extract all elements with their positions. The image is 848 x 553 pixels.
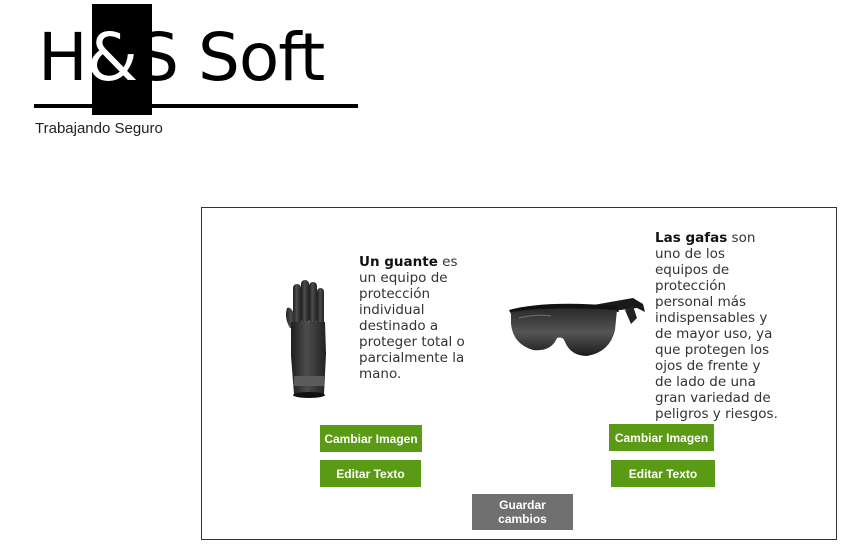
products-panel: Un guante es un equipo de protección ind… bbox=[201, 207, 837, 540]
glasses-change-image-button[interactable]: Cambiar Imagen bbox=[609, 424, 714, 451]
logo-letter-h: H bbox=[38, 19, 88, 96]
glasses-edit-text-button[interactable]: Editar Texto bbox=[611, 460, 715, 487]
glove-title: Un guante bbox=[359, 254, 438, 270]
logo-ampersand: & bbox=[86, 19, 138, 96]
save-changes-button[interactable]: Guardar cambios bbox=[472, 494, 573, 530]
glove-icon bbox=[282, 278, 336, 403]
glove-change-image-button[interactable]: Cambiar Imagen bbox=[320, 425, 422, 452]
glasses-description: Las gafas son uno de los equipos de prot… bbox=[655, 230, 781, 422]
glove-edit-text-button[interactable]: Editar Texto bbox=[320, 460, 421, 487]
glove-description: Un guante es un equipo de protección ind… bbox=[359, 254, 477, 382]
logo-letter-s-soft: S Soft bbox=[137, 19, 325, 96]
logo-underline bbox=[34, 104, 358, 108]
logo-wordmark: H&S Soft bbox=[38, 18, 325, 98]
glasses-title: Las gafas bbox=[655, 230, 728, 246]
logo-tagline: Trabajando Seguro bbox=[35, 120, 163, 137]
safety-glasses-icon bbox=[505, 290, 647, 362]
brand-logo: H&S Soft Trabajando Seguro bbox=[34, 4, 364, 144]
glasses-text: son uno de los equipos de protección per… bbox=[655, 230, 778, 422]
glove-text: es un equipo de protección individual de… bbox=[359, 254, 465, 382]
